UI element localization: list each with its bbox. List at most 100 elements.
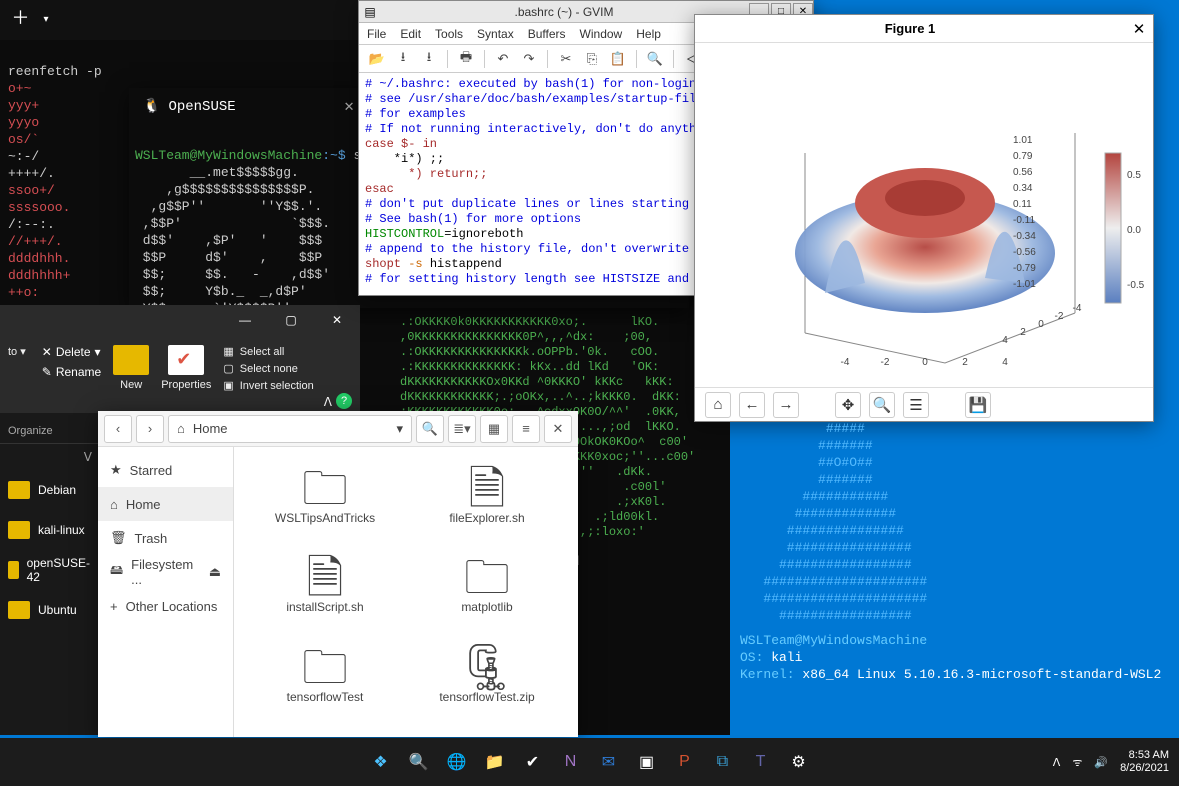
teams-icon[interactable]: T — [746, 747, 776, 777]
svg-text:-1.01: -1.01 — [1013, 279, 1036, 290]
file-tensorflowTest[interactable]: 🗀tensorflowTest — [244, 644, 406, 719]
file-fileExplorer.sh[interactable]: 🗎fileExplorer.sh — [406, 465, 568, 540]
menu-edit[interactable]: Edit — [400, 27, 421, 41]
save-icon[interactable]: ⭳ — [391, 48, 415, 70]
svg-text:0: 0 — [1038, 319, 1044, 330]
sidebar-item-filesystem-[interactable]: 🖴Filesystem ...⏏ — [98, 555, 233, 589]
delete-button[interactable]: ✕ Delete ▾ — [42, 345, 101, 359]
vscode-icon[interactable]: ⧉ — [708, 747, 738, 777]
select-none-button[interactable]: ▢ Select none — [223, 362, 313, 375]
new-folder-button[interactable]: New — [113, 345, 149, 391]
home-icon[interactable]: ⌂ — [705, 392, 731, 418]
nautilus-window: ‹ › ⌂ Home ▾ 🔍 ≣▾ ▦ ≡ ✕ ★Starred⌂Home🗑Tr… — [98, 411, 578, 737]
folder-debian[interactable]: Debian — [0, 470, 98, 510]
redo-icon[interactable]: ↷ — [517, 48, 541, 70]
search-icon[interactable]: 🔍 — [404, 747, 434, 777]
menu-buffers[interactable]: Buffers — [528, 27, 566, 41]
expand-icon[interactable]: ᐯ — [0, 444, 98, 470]
sidebar-item-trash[interactable]: 🗑Trash — [98, 521, 233, 555]
sidebar-item-home[interactable]: ⌂Home — [98, 487, 233, 521]
path-chevron-icon[interactable]: ▾ — [396, 421, 403, 437]
tray-chevron-icon[interactable]: ᐱ — [1053, 756, 1061, 769]
invert-selection-button[interactable]: ▣ Invert selection — [223, 379, 313, 392]
cut-icon[interactable]: ✂ — [554, 48, 578, 70]
kali-screenfetch: ##### ####### ##O#O## ####### ##########… — [740, 420, 1179, 730]
file-matplotlib[interactable]: 🗀matplotlib — [406, 554, 568, 629]
windows-taskbar[interactable]: ❖ 🔍 🌐 📁 ✔ N ✉ ▣ P ⧉ T ⚙ ᐱ ᯤ 🔊 8:53 AM 8/… — [0, 738, 1179, 786]
close-button[interactable]: ✕ — [544, 415, 572, 443]
tab-title: OpenSUSE — [168, 99, 235, 116]
file-tensorflowTest.zip[interactable]: 🗜tensorflowTest.zip — [406, 644, 568, 719]
select-all-button[interactable]: ▦ Select all — [223, 345, 313, 358]
search-button[interactable]: 🔍 — [416, 415, 444, 443]
forward-icon[interactable]: → — [773, 392, 799, 418]
ribbon-collapse-icon[interactable]: ᐱ — [324, 395, 332, 409]
menu-file[interactable]: File — [367, 27, 386, 41]
saveall-icon[interactable]: ⭳ — [417, 48, 441, 70]
maximize-button[interactable]: ▢ — [268, 305, 314, 335]
edge-icon[interactable]: 🌐 — [442, 747, 472, 777]
svg-text:-0.79: -0.79 — [1013, 263, 1036, 274]
menu-tools[interactable]: Tools — [435, 27, 463, 41]
settings-icon[interactable]: ⚙ — [784, 747, 814, 777]
powerpoint-icon[interactable]: P — [670, 747, 700, 777]
start-button[interactable]: ❖ — [366, 747, 396, 777]
terminal-icon[interactable]: ▣ — [632, 747, 662, 777]
back-button[interactable]: ‹ — [104, 415, 132, 443]
paste-icon[interactable]: 📋 — [606, 48, 630, 70]
clock[interactable]: 8:53 AM 8/26/2021 — [1120, 749, 1169, 775]
view-list-button[interactable]: ≣▾ — [448, 415, 476, 443]
svg-text:-0.56: -0.56 — [1013, 247, 1036, 258]
todo-icon[interactable]: ✔ — [518, 747, 548, 777]
volume-icon[interactable]: 🔊 — [1094, 756, 1108, 769]
system-tray[interactable]: ᐱ ᯤ 🔊 8:53 AM 8/26/2021 — [1053, 749, 1169, 775]
home-icon: ⌂ — [177, 421, 185, 436]
nautilus-headerbar[interactable]: ‹ › ⌂ Home ▾ 🔍 ≣▾ ▦ ≡ ✕ — [98, 411, 578, 447]
menu-window[interactable]: Window — [580, 27, 623, 41]
sidebar-item-other-locations[interactable]: +Other Locations — [98, 589, 233, 623]
undo-icon[interactable]: ↶ — [491, 48, 515, 70]
help-icon[interactable]: ? — [336, 393, 352, 409]
close-button[interactable]: ✕ — [314, 305, 360, 335]
svg-text:0.5: 0.5 — [1127, 170, 1141, 181]
back-icon[interactable]: ← — [739, 392, 765, 418]
menu-help[interactable]: Help — [636, 27, 661, 41]
svg-text:0.34: 0.34 — [1013, 183, 1033, 194]
tab-close-icon[interactable]: ✕ — [244, 99, 355, 116]
configure-icon[interactable]: ☰ — [903, 392, 929, 418]
file-WSLTipsAndTricks[interactable]: 🗀WSLTipsAndTricks — [244, 465, 406, 540]
nautilus-iconview[interactable]: 🗀WSLTipsAndTricks🗎fileExplorer.sh🗎instal… — [234, 447, 578, 737]
find-icon[interactable]: 🔍 — [643, 48, 667, 70]
open-icon[interactable]: 📂 — [365, 48, 389, 70]
gvim-app-icon: ▤ — [359, 5, 381, 19]
minimize-button[interactable]: — — [222, 305, 268, 335]
sidebar-item-starred[interactable]: ★Starred — [98, 453, 233, 487]
print-icon[interactable]: 🖶 — [454, 48, 478, 70]
onenote-icon[interactable]: N — [556, 747, 586, 777]
folder-opensuse[interactable]: openSUSE-42 — [0, 550, 98, 590]
file-installScript.sh[interactable]: 🗎installScript.sh — [244, 554, 406, 629]
opensuse-tab[interactable]: 🐧 OpenSUSE ✕ — [129, 88, 375, 126]
explorer-icon[interactable]: 📁 — [480, 747, 510, 777]
outlook-icon[interactable]: ✉ — [594, 747, 624, 777]
rename-button[interactable]: ✎ Rename — [42, 365, 101, 379]
new-tab-button[interactable]: ＋▾ — [0, 0, 60, 40]
wifi-icon[interactable]: ᯤ — [1072, 755, 1082, 770]
save-icon[interactable]: 💾 — [965, 392, 991, 418]
properties-button[interactable]: Properties — [161, 345, 211, 391]
svg-text:2: 2 — [962, 357, 968, 368]
pan-icon[interactable]: ✥ — [835, 392, 861, 418]
menu-button[interactable]: ≡ — [512, 415, 540, 443]
forward-button[interactable]: › — [136, 415, 164, 443]
view-grid-button[interactable]: ▦ — [480, 415, 508, 443]
folder-ubuntu[interactable]: Ubuntu — [0, 590, 98, 630]
folder-kali[interactable]: kali-linux — [0, 510, 98, 550]
figure-title: Figure 1 — [695, 21, 1125, 36]
close-button[interactable]: ✕ — [1125, 20, 1153, 38]
svg-text:2: 2 — [1020, 327, 1026, 338]
copy-icon[interactable]: ⎘ — [580, 48, 604, 70]
menu-syntax[interactable]: Syntax — [477, 27, 514, 41]
location-bar[interactable]: ⌂ Home ▾ — [168, 415, 412, 443]
zoom-icon[interactable]: 🔍 — [869, 392, 895, 418]
matplotlib-toolbar[interactable]: ⌂ ← → ✥ 🔍 ☰ 💾 — [695, 387, 1153, 421]
